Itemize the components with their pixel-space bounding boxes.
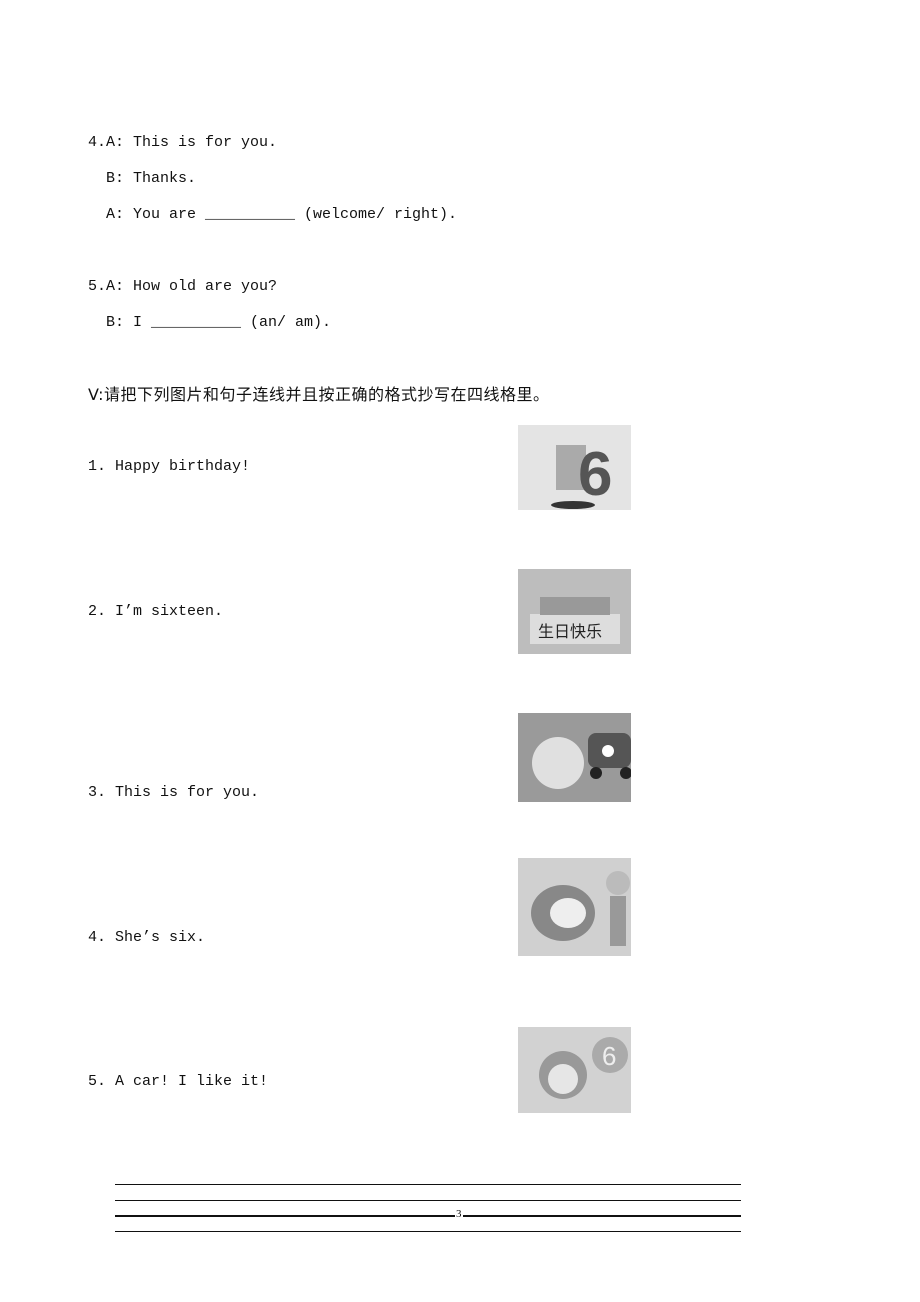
sentence-1: 1. Happy birthday! <box>88 458 251 475</box>
picture-dog-girl <box>518 858 631 956</box>
picture-grandpa-car <box>518 713 631 802</box>
dialog-4-line-a: 4.A: This is for you. <box>88 134 278 151</box>
dialog-4-line-b: B: Thanks. <box>88 170 197 187</box>
dialog-4-line-a2: A: You are __________ (welcome/ right). <box>88 206 458 223</box>
cake-text: 生日快乐 <box>538 622 602 641</box>
section-v-heading: V:请把下列图片和句子连线并且按正确的格式抄写在四线格里。 <box>88 385 550 404</box>
svg-text:6: 6 <box>578 440 612 509</box>
picture-number-six: 6 <box>518 425 631 510</box>
page-number: 3 <box>455 1208 463 1220</box>
sentence-5: 5. A car! I like it! <box>88 1073 269 1090</box>
dialog-5-line-b: B: I __________ (an/ am). <box>88 314 332 331</box>
sentence-4: 4. She’s six. <box>88 929 206 946</box>
sentence-2: 2. I’m sixteen. <box>88 603 224 620</box>
svg-text:6: 6 <box>602 1041 616 1071</box>
dialog-5-line-a: 5.A: How old are you? <box>88 278 278 295</box>
picture-birthday-cake: 生日快乐 <box>518 569 631 654</box>
sentence-3: 3. This is for you. <box>88 784 260 801</box>
picture-girl-six: 6 <box>518 1027 631 1113</box>
